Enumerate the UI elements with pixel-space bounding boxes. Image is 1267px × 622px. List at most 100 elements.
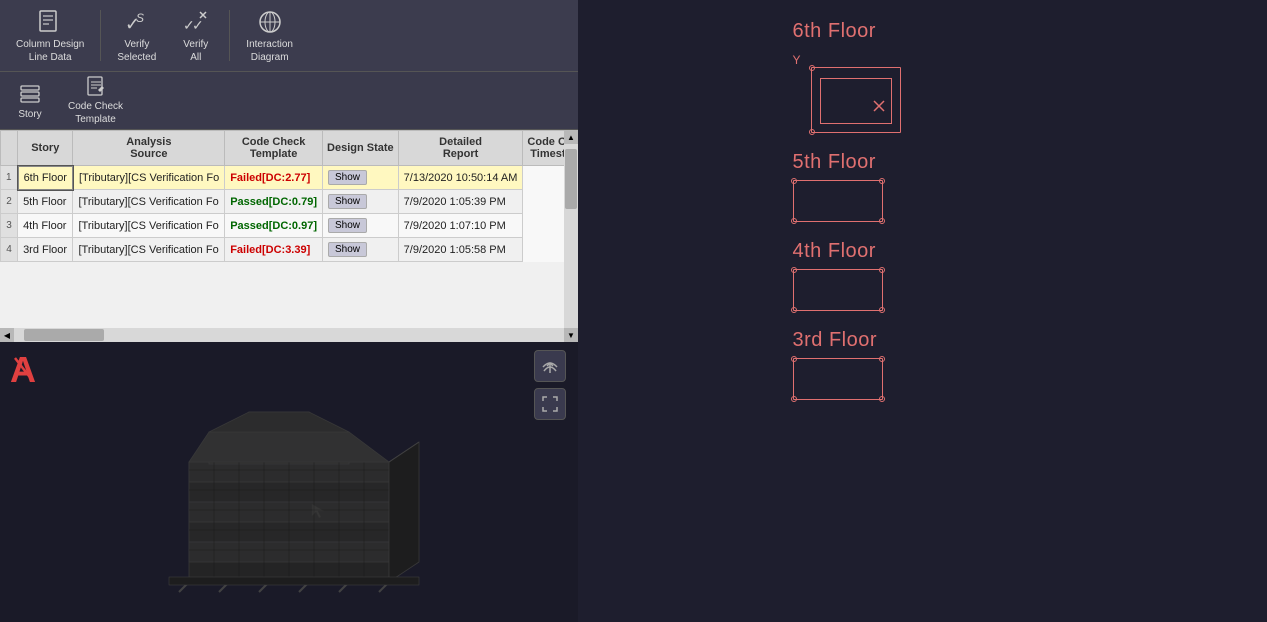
cell-analysis: [Tributary][CS Verification Fo — [73, 166, 225, 190]
chart-icon — [254, 8, 286, 36]
cell-story[interactable]: 3rd Floor — [18, 238, 73, 262]
cell-story[interactable]: 5th Floor — [18, 190, 73, 214]
horizontal-scrollbar[interactable]: ◀ ▶ — [0, 328, 578, 342]
cell-timestamp: 7/9/2020 1:05:39 PM — [398, 190, 523, 214]
dot-br — [879, 218, 885, 224]
floor-section-3rd: 3rd Floor — [793, 329, 1053, 400]
floor-6th-outer-rect — [811, 67, 901, 133]
cell-story[interactable]: 6th Floor — [18, 166, 73, 190]
code-check-template-button[interactable]: Code CheckTemplate — [56, 76, 135, 125]
dot-tl — [791, 267, 797, 273]
cell-timestamp: 7/13/2020 10:50:14 AM — [398, 166, 523, 190]
cell-report[interactable]: Show — [323, 190, 399, 214]
col-story[interactable]: Story — [18, 131, 73, 166]
floor-label-4th: 4th Floor — [793, 240, 876, 263]
floor-section-6th: 6th Floor Y — [793, 20, 1053, 133]
cell-timestamp: 7/9/2020 1:05:58 PM — [398, 238, 523, 262]
dot-tl — [791, 178, 797, 184]
floor-label-5th: 5th Floor — [793, 151, 876, 174]
dot-tr — [879, 356, 885, 362]
document-icon — [34, 8, 66, 36]
verify-selected-button[interactable]: ✓ S Verify Selected — [107, 4, 166, 67]
table-row[interactable]: 1 6th Floor [Tributary][CS Verification … — [1, 166, 579, 190]
column-design-button[interactable]: Column Design Line Data — [6, 4, 94, 67]
dot-br — [879, 307, 885, 313]
scroll-up-arrow[interactable]: ▲ — [564, 130, 578, 144]
col-report[interactable]: DetailedReport — [398, 131, 523, 166]
floor-6th-diagram-container: Y — [793, 49, 901, 133]
col-template[interactable]: Code CheckTemplate — [225, 131, 323, 166]
interaction-diagram-button[interactable]: Interaction Diagram — [236, 4, 303, 67]
cell-state: Passed[DC:0.97] — [225, 214, 323, 238]
svg-text:✓: ✓ — [192, 17, 204, 33]
dot-tr — [879, 267, 885, 273]
template-icon — [84, 75, 108, 97]
cell-timestamp: 7/9/2020 1:07:10 PM — [398, 214, 523, 238]
cell-report[interactable]: Show — [323, 214, 399, 238]
scroll-track-h[interactable] — [14, 328, 564, 342]
y-axis-label: Y — [793, 53, 801, 67]
floor-3rd-diagram — [793, 358, 883, 400]
cell-report[interactable]: Show — [323, 238, 399, 262]
cross-marker — [872, 99, 886, 118]
scroll-thumb-h[interactable] — [24, 329, 104, 341]
show-button[interactable]: Show — [328, 170, 367, 185]
viewport-3d: A — [0, 342, 578, 622]
cell-analysis: [Tributary][CS Verification Fo — [73, 238, 225, 262]
cell-state: Failed[DC:2.77] — [225, 166, 323, 190]
right-panel: 6th Floor Y 5th Floor — [578, 0, 1267, 622]
dot-tl — [809, 65, 815, 71]
floor-4th-diagram — [793, 269, 883, 311]
story-icon — [18, 81, 42, 105]
cell-state: Passed[DC:0.79] — [225, 190, 323, 214]
row-number: 2 — [1, 190, 18, 214]
table-container: Story AnalysisSource Code CheckTemplate … — [0, 130, 578, 342]
story-button[interactable]: Story — [6, 76, 54, 125]
toolbar-row1: Column Design Line Data ✓ S Verify Selec… — [0, 0, 578, 72]
left-panel: Column Design Line Data ✓ S Verify Selec… — [0, 0, 578, 622]
col-num — [1, 131, 18, 166]
verify-all-button[interactable]: ✓ ✓ VerifyAll — [168, 4, 223, 67]
col-state[interactable]: Design State — [323, 131, 399, 166]
row-number: 4 — [1, 238, 18, 262]
verify-all-icon: ✓ ✓ — [180, 8, 212, 36]
row-number: 3 — [1, 214, 18, 238]
app-logo: A — [10, 350, 54, 393]
show-button[interactable]: Show — [328, 194, 367, 209]
table-row[interactable]: 3 4th Floor [Tributary][CS Verification … — [1, 214, 579, 238]
show-button[interactable]: Show — [328, 218, 367, 233]
scroll-down-arrow[interactable]: ▼ — [564, 328, 578, 342]
dot-bl — [791, 396, 797, 402]
table-row[interactable]: 4 3rd Floor [Tributary][CS Verification … — [1, 238, 579, 262]
cell-analysis: [Tributary][CS Verification Fo — [73, 190, 225, 214]
dot-bl — [809, 129, 815, 135]
expand-button[interactable] — [534, 388, 566, 420]
table-row[interactable]: 2 5th Floor [Tributary][CS Verification … — [1, 190, 579, 214]
dot-bl — [791, 218, 797, 224]
upload-button[interactable] — [534, 350, 566, 382]
toolbar-divider-2 — [229, 10, 230, 61]
dot-tl — [791, 356, 797, 362]
dot-br — [879, 396, 885, 402]
cell-analysis: [Tributary][CS Verification Fo — [73, 214, 225, 238]
vertical-scrollbar[interactable]: ▲ ▼ — [564, 130, 578, 342]
ribbon-row2: Story Code CheckTemplate — [0, 72, 578, 130]
data-table: Story AnalysisSource Code CheckTemplate … — [0, 130, 578, 262]
cell-state: Failed[DC:3.39] — [225, 238, 323, 262]
floor-label-6th: 6th Floor — [793, 20, 876, 43]
floor-section-5th: 5th Floor — [793, 151, 1053, 222]
show-button[interactable]: Show — [328, 242, 367, 257]
cell-story[interactable]: 4th Floor — [18, 214, 73, 238]
verify-selected-icon: ✓ S — [121, 8, 153, 36]
table-scroll[interactable]: Story AnalysisSource Code CheckTemplate … — [0, 130, 578, 328]
col-analysis[interactable]: AnalysisSource — [73, 131, 225, 166]
viewport-toolbar — [534, 350, 566, 420]
building-3d-view — [129, 382, 449, 602]
scroll-left-arrow[interactable]: ◀ — [0, 328, 14, 342]
scroll-thumb-v[interactable] — [565, 149, 577, 209]
floor-section-4th: 4th Floor — [793, 240, 1053, 311]
cell-report[interactable]: Show — [323, 166, 399, 190]
scroll-track-v[interactable] — [564, 144, 578, 328]
floor-5th-diagram — [793, 180, 883, 222]
svg-text:S: S — [136, 11, 144, 25]
